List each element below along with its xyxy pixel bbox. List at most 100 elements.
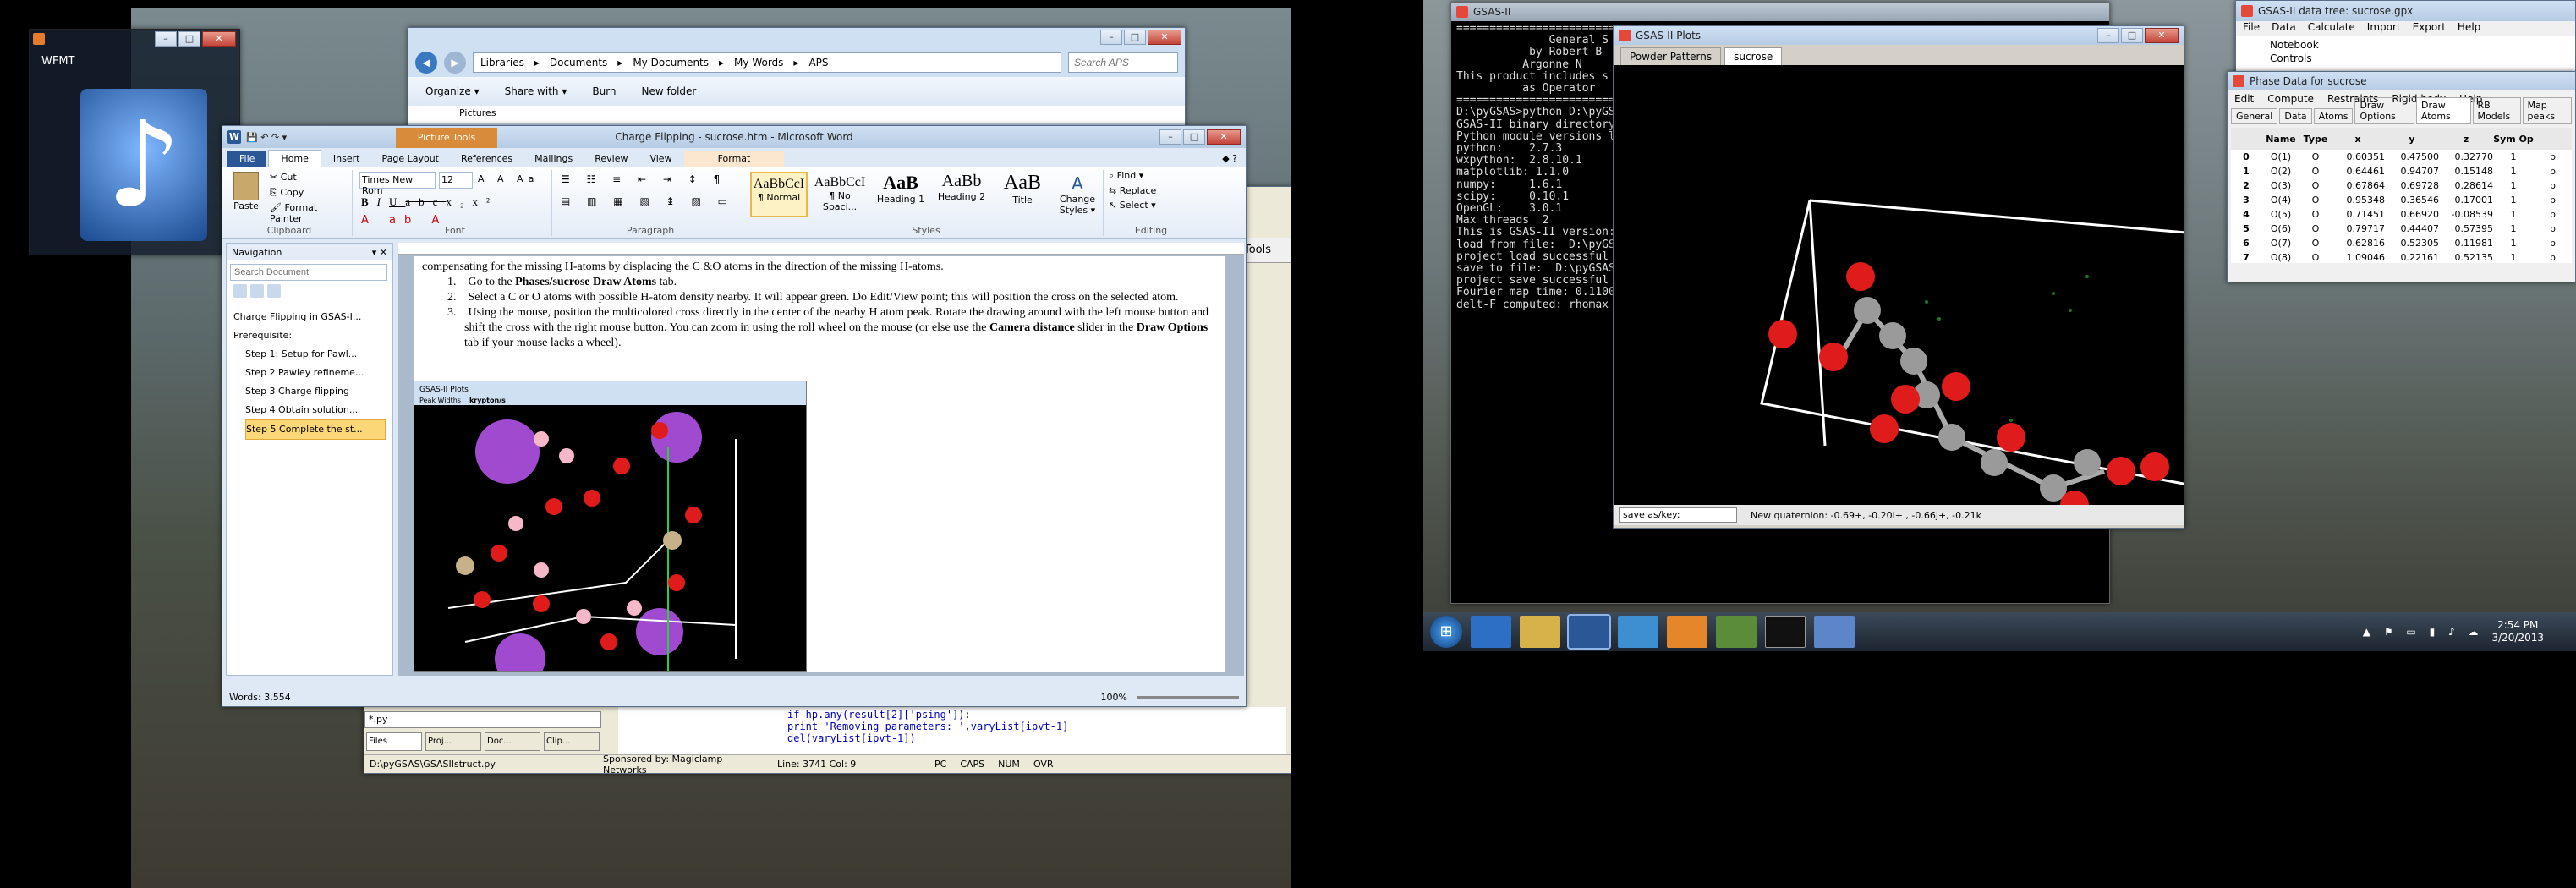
atoms-grid[interactable]: Name Type x y z Sym Op 0 O(1) O 0.60351 0.47… [2231, 128, 2572, 263]
table-cell[interactable]: 5 [2231, 222, 2261, 236]
table-cell[interactable]: 0.71451 [2331, 207, 2386, 222]
menu-calculate[interactable]: Calculate [2308, 21, 2355, 36]
headings-view-icon[interactable] [233, 284, 247, 298]
table-cell[interactable]: O [2300, 164, 2331, 178]
tab-sucrose[interactable]: sucrose [1724, 47, 1783, 65]
menu-help[interactable]: Help [2458, 21, 2480, 36]
breadcrumb-item[interactable]: APS [808, 57, 828, 69]
nav-heading-item[interactable]: Charge Flipping in GSAS-I... [233, 308, 386, 326]
breadcrumb-item[interactable]: Documents [550, 57, 607, 69]
new-folder-button[interactable]: New folder [642, 85, 697, 97]
table-cell[interactable]: O [2300, 178, 2331, 193]
nav-heading-item[interactable]: Step 3 Charge flipping [233, 382, 386, 401]
table-row[interactable]: 4 O(5) O 0.71451 0.66920 -0.08539 1 b [2231, 207, 2572, 222]
table-cell[interactable]: 0.47500 [2385, 150, 2440, 164]
console-titlebar[interactable]: GSAS-II [1451, 3, 2109, 21]
menu-export[interactable]: Export [2413, 21, 2446, 36]
plots-titlebar[interactable]: GSAS-II Plots – □ ✕ [1614, 26, 2184, 45]
table-cell[interactable]: O(8) [2261, 250, 2300, 263]
format-buttons[interactable]: BIUabcx₂x² [361, 195, 498, 209]
table-cell[interactable]: 1.09046 [2331, 250, 2386, 263]
table-cell[interactable]: b [2534, 222, 2572, 236]
tab-map-peaks[interactable]: Map peaks [2522, 97, 2572, 124]
column-header[interactable] [2231, 128, 2261, 150]
tab-atoms[interactable]: Atoms [2313, 108, 2354, 124]
embedded-picture[interactable]: GSAS-II Plots Peak Widths krypton/s [414, 381, 807, 672]
column-header[interactable]: z [2439, 128, 2493, 150]
nav-heading-item[interactable]: Step 2 Pawley refineme... [233, 364, 386, 382]
style-heading-1[interactable]: AaB Heading 1 [872, 172, 929, 217]
forward-icon[interactable]: ▶ [444, 52, 466, 74]
gsas-icon[interactable] [1716, 616, 1757, 648]
table-row[interactable]: 6 O(7) O 0.62816 0.52305 0.11981 1 b [2231, 236, 2572, 250]
table-cell[interactable]: O(6) [2261, 222, 2300, 236]
table-cell[interactable]: 0.52135 [2439, 250, 2494, 263]
burn-button[interactable]: Burn [592, 85, 616, 97]
table-cell[interactable]: 0.57395 [2439, 222, 2494, 236]
table-cell[interactable]: O(5) [2261, 207, 2300, 222]
table-cell[interactable]: b [2534, 207, 2572, 222]
style-title[interactable]: AaB Title [994, 172, 1051, 217]
folder-icon[interactable] [1520, 616, 1560, 648]
breadcrumb-item[interactable]: My Words [734, 57, 783, 69]
tab-mailings[interactable]: Mailings [524, 151, 583, 167]
tree-item[interactable]: Controls [2270, 52, 2541, 65]
datatree-titlebar[interactable]: GSAS-II data tree: sucrose.gpx [2236, 1, 2575, 21]
style-normal[interactable]: AaBbCcI ¶ Normal [750, 172, 808, 217]
tray-icons[interactable]: ▲ ⚑ ▭ ▮ ♪ ☁ [2363, 626, 2484, 638]
close-button[interactable]: ✕ [2145, 28, 2179, 43]
table-row[interactable]: 0 O(1) O 0.60351 0.47500 0.32770 1 b [2231, 150, 2572, 164]
list-buttons[interactable]: ☰ ☷ ≡ ⇤ ⇥ ↕ ¶ [561, 173, 726, 185]
font-size-combo[interactable]: 12 [439, 172, 473, 189]
table-cell[interactable]: O [2300, 222, 2331, 236]
column-header[interactable]: Sym Op [2493, 128, 2534, 150]
key-combo[interactable]: save as/key: [1619, 507, 1737, 523]
table-cell[interactable]: 0.69728 [2385, 178, 2440, 193]
table-cell[interactable]: 1 [2493, 250, 2534, 263]
menu-data[interactable]: Data [2272, 21, 2296, 36]
copy-button[interactable]: ⎘ Copy [270, 187, 304, 199]
maximize-button[interactable]: □ [1124, 30, 1146, 45]
table-cell[interactable]: 6 [2231, 236, 2261, 250]
cut-button[interactable]: ✂ Cut [270, 172, 297, 183]
maximize-button[interactable]: □ [2121, 28, 2143, 43]
table-cell[interactable]: O [2300, 150, 2331, 164]
maximize-button[interactable]: □ [1183, 129, 1205, 145]
tab-documents[interactable]: Doc... [485, 732, 540, 751]
plots-window[interactable]: GSAS-II Plots – □ ✕ Powder Patterns sucros… [1613, 25, 2184, 529]
table-cell[interactable]: 3 [2231, 193, 2261, 207]
media-player-icon[interactable] [1667, 616, 1707, 648]
font-size-buttons[interactable]: A A Aa [478, 173, 539, 184]
table-cell[interactable]: 1 [2493, 178, 2534, 193]
close-button[interactable]: ✕ [1148, 30, 1181, 45]
table-cell[interactable]: 4 [2231, 207, 2261, 222]
word-count[interactable]: Words: 3,554 [229, 692, 291, 703]
change-styles-button[interactable]: A Change Styles ▾ [1055, 173, 1100, 216]
zoom-level[interactable]: 100% [1101, 692, 1127, 703]
navigation-pane[interactable]: Navigation ▾ ✕ Charge Flipping in GSAS-I.… [226, 243, 393, 676]
table-cell[interactable]: 0.52305 [2385, 236, 2440, 250]
table-cell[interactable]: 0.95348 [2331, 193, 2386, 207]
table-row[interactable]: 5 O(6) O 0.79717 0.44407 0.57395 1 b [2231, 222, 2572, 236]
address-bar[interactable]: Libraries ▸ Documents ▸ My Documents ▸ My W… [473, 52, 1061, 73]
table-cell[interactable]: O [2300, 250, 2331, 263]
document-page[interactable]: compensating for the missing H-atoms by … [414, 256, 1225, 672]
table-cell[interactable]: 0.94707 [2385, 164, 2440, 178]
nav-heading-item[interactable]: Prerequisite: [233, 326, 386, 345]
code-view[interactable]: if hp.any(result[2]['psing']): print 'Re… [618, 707, 1286, 754]
table-cell[interactable]: 1 [2493, 150, 2534, 164]
table-cell[interactable]: 0.79717 [2331, 222, 2386, 236]
pages-view-icon[interactable] [250, 284, 264, 298]
table-cell[interactable]: O(7) [2261, 236, 2300, 250]
table-cell[interactable]: 2 [2231, 178, 2261, 193]
share-with-button[interactable]: Share with ▾ [505, 85, 567, 97]
menu-edit[interactable]: Edit [2234, 93, 2254, 105]
table-cell[interactable]: b [2534, 250, 2572, 263]
search-input[interactable] [1068, 52, 1178, 73]
minimize-button[interactable]: – [1100, 30, 1122, 45]
quick-access-toolbar[interactable]: 💾 ↶ ↷ ▾ [246, 132, 287, 143]
table-cell[interactable]: O [2300, 236, 2331, 250]
table-cell[interactable]: O [2300, 193, 2331, 207]
table-cell[interactable]: b [2534, 150, 2572, 164]
nav-search-input[interactable] [230, 264, 387, 281]
